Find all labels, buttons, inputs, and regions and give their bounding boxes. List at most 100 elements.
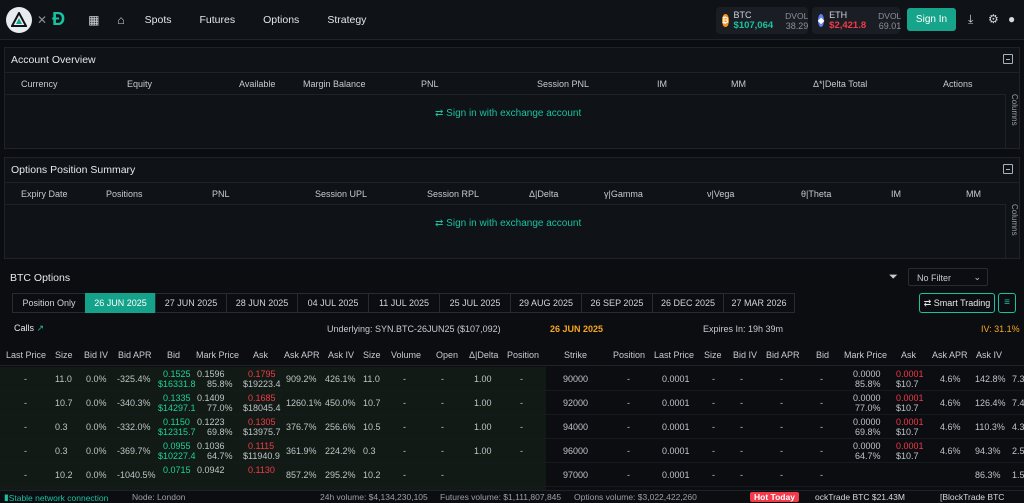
filter-select[interactable]: No Filter ⌄ — [908, 268, 988, 286]
cell-pbiv: - — [740, 446, 743, 456]
tab-position-only[interactable]: Position Only — [12, 293, 86, 313]
smart-trading-button[interactable]: ⇄ Smart Trading — [919, 293, 995, 313]
columns-toggle[interactable]: Columns — [1005, 94, 1019, 148]
cell-size: 11.0 — [55, 374, 72, 384]
table-row[interactable]: -0.3 0.0% -369.7% 0.0955 $10227.4 0.1036 64.7%… — [0, 439, 1024, 463]
cell-pasz: 2.5 — [1012, 446, 1024, 456]
tab-26sep2025[interactable]: 26 SEP 2025 — [581, 293, 653, 313]
col-positions: Positions — [106, 189, 143, 199]
col-delta: Δ|Delta — [529, 189, 559, 199]
eth-dvol: 69.01 — [878, 20, 902, 31]
cell-mark: 0.1223 — [197, 417, 225, 427]
ticker-item[interactable]: ockTrade BTC $21.43M — [815, 492, 905, 502]
cell-aiv: 450.0% — [325, 398, 356, 408]
tab-26dec2025[interactable]: 26 DEC 2025 — [652, 293, 724, 313]
cell-markp: 77.0% — [207, 403, 233, 413]
cell-size: 10.2 — [55, 470, 73, 480]
cell-strike: 94000 — [563, 422, 589, 432]
columns-toggle[interactable]: Columns — [1005, 204, 1019, 258]
cell-bid: 0.0715 — [163, 465, 191, 475]
tab-27mar2026[interactable]: 27 MAR 2026 — [723, 293, 795, 313]
app-logo[interactable] — [6, 6, 32, 33]
tab-04jul2025[interactable]: 04 JUL 2025 — [297, 293, 369, 313]
cell-paapr: 4.6% — [940, 374, 961, 384]
cell-strike: 90000 — [563, 374, 589, 384]
cell-bid: 0.1150 — [163, 417, 190, 427]
cell-paskusd: $10.7 — [896, 379, 919, 389]
connection-text: Stable network connection — [8, 493, 109, 503]
col-put-last-price: Last Price — [654, 350, 695, 360]
cell-pask: 0.0001 — [896, 393, 924, 403]
cell-last: - — [24, 470, 27, 480]
volume-24h: 24h volume: $4,134,230,105 — [320, 492, 428, 502]
tab-28jun2025[interactable]: 28 JUN 2025 — [226, 293, 298, 313]
settings-toggle-icon[interactable]: ≡ — [998, 293, 1016, 313]
ticker-item[interactable]: [BlockTrade BTC — [940, 492, 1004, 502]
nav-options[interactable]: Options — [263, 14, 299, 26]
account-sign-in-text: Sign in with exchange account — [446, 108, 582, 119]
cell-open: - — [441, 446, 444, 456]
eth-icon: ◆ — [818, 14, 825, 27]
filter-icon[interactable]: ⏷ — [889, 271, 898, 284]
col-actions: Actions — [943, 79, 973, 89]
tab-25jul2025[interactable]: 25 JUL 2025 — [439, 293, 511, 313]
tab-26jun2025[interactable]: 26 JUN 2025 — [85, 293, 156, 313]
col-mm: MM — [731, 79, 746, 89]
cell-pbapr: - — [780, 422, 783, 432]
sign-in-button[interactable]: Sign In — [907, 8, 956, 31]
cell-plast: 0.0001 — [662, 374, 690, 384]
cell-paiv: 110.3% — [975, 422, 1005, 432]
positions-sign-in-link[interactable]: ⇄ Sign in with exchange account — [435, 218, 581, 229]
col-position: Position — [507, 350, 540, 360]
apps-grid-icon[interactable]: ▦ — [88, 13, 99, 27]
cell-biv: 0.0% — [86, 398, 107, 408]
cell-aapr: 1260.1% — [286, 398, 322, 408]
account-sign-in-link[interactable]: ⇄ Sign in with exchange account — [435, 108, 581, 119]
cell-paiv: 142.8% — [975, 374, 1006, 384]
user-icon[interactable]: ● — [1008, 12, 1015, 26]
cell-markp: 69.8% — [207, 427, 233, 437]
gear-icon[interactable]: ⚙ — [988, 12, 999, 26]
cell-open: - — [441, 422, 444, 432]
minimize-icon[interactable] — [1003, 54, 1013, 64]
calls-label: Calls ↗ — [14, 323, 44, 334]
home-icon[interactable]: ⌂ — [117, 13, 124, 27]
nav-spots[interactable]: Spots — [145, 14, 172, 26]
table-row[interactable]: - 10.2 0.0% -1040.5% 0.0715 0.0942 0.1130 857.2… — [0, 463, 1024, 487]
nav-futures[interactable]: Futures — [200, 14, 236, 26]
col-im: IM — [657, 79, 667, 89]
col-theta: θ|Theta — [801, 189, 832, 199]
btc-ticker[interactable]: ₿ BTC $107,064 DVOL 38.29 — [716, 7, 808, 34]
cell-plast: 0.0001 — [662, 398, 690, 408]
calls-text: Calls — [14, 323, 35, 333]
col-vega: ν|Vega — [707, 189, 735, 199]
hot-today-badge[interactable]: Hot Today — [750, 492, 799, 502]
tab-29aug2025[interactable]: 29 AUG 2025 — [510, 293, 582, 313]
cell-paiv: 126.4% — [975, 398, 1006, 408]
expires-in-label: Expires In: 19h 39m — [703, 324, 784, 334]
eth-ticker[interactable]: ◆ ETH $2,421.8 DVOL 69.01 — [812, 7, 902, 34]
positions-header: Expiry Date Positions PNL Session UPL Se… — [5, 183, 1005, 205]
node-label: Node: London — [132, 492, 186, 502]
col-pnl: PNL — [421, 79, 439, 89]
minimize-icon[interactable] — [1003, 164, 1013, 174]
cell-delta: 1.00 — [474, 422, 492, 432]
cell-ask: 0.1685 — [248, 393, 276, 403]
table-row[interactable]: -11.0 0.0% -325.4% 0.1525 $16331.8 0.1596 85.8… — [0, 367, 1024, 391]
cell-psize: - — [712, 470, 715, 480]
cell-mark: 0.0942 — [197, 465, 225, 475]
nav-strategy[interactable]: Strategy — [327, 14, 366, 26]
download-icon[interactable]: ⤓ — [968, 12, 973, 27]
table-row[interactable]: -10.7 0.0% -340.3% 0.1335 $14297.1 0.1409 77.0… — [0, 391, 1024, 415]
cell-vol: - — [403, 374, 406, 384]
cell-ask: 0.1130 — [248, 465, 275, 475]
col-session-rpl: Session RPL — [427, 189, 480, 199]
col-put-bid-iv: Bid IV — [733, 350, 758, 360]
tab-11jul2025[interactable]: 11 JUL 2025 — [368, 293, 440, 313]
cell-pos: - — [520, 446, 523, 456]
table-row[interactable]: -0.3 0.0% -332.0% 0.1150 $12315.7 0.1223 69.8%… — [0, 415, 1024, 439]
col-open: Open — [436, 350, 459, 360]
cell-biv: 0.0% — [86, 470, 107, 480]
cell-pbid: - — [820, 470, 823, 480]
tab-27jun2025[interactable]: 27 JUN 2025 — [155, 293, 227, 313]
